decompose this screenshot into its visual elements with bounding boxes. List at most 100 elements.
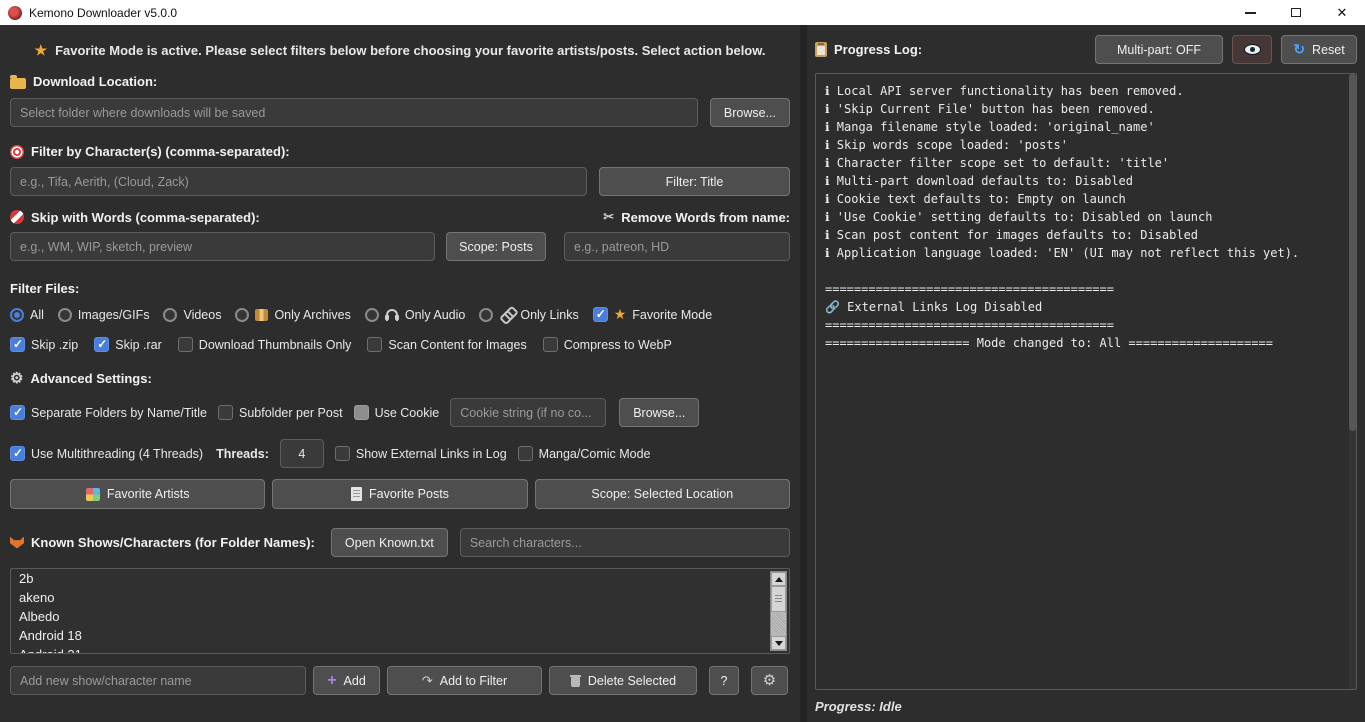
list-scrollbar[interactable] — [770, 571, 787, 651]
log-line: ℹ Scan post content for images defaults … — [825, 226, 1342, 244]
maximize-icon — [1291, 8, 1301, 17]
favorite-artists-button[interactable]: Favorite Artists — [10, 479, 265, 509]
eye-button[interactable] — [1232, 35, 1272, 64]
checkbox-indicator — [10, 337, 25, 352]
cookie-string-input[interactable] — [450, 398, 606, 427]
list-item[interactable]: akeno — [11, 588, 789, 607]
package-icon — [255, 309, 268, 321]
list-item[interactable]: Android 18 — [11, 626, 789, 645]
progress-log[interactable]: ℹ Local API server functionality has bee… — [815, 73, 1357, 690]
maximize-button[interactable] — [1273, 0, 1319, 25]
log-line: ℹ Multi-part download defaults to: Disab… — [825, 172, 1342, 190]
checkbox-label: Manga/Comic Mode — [539, 447, 651, 461]
button-label: Reset — [1312, 43, 1345, 57]
help-button[interactable]: ? — [709, 666, 739, 695]
open-known-txt-button[interactable]: Open Known.txt — [331, 528, 448, 557]
curved-arrow-icon — [422, 673, 433, 689]
search-characters-input[interactable] — [460, 528, 790, 557]
checkbox-manga-mode[interactable]: Manga/Comic Mode — [518, 446, 651, 461]
known-characters-list[interactable]: 2b akeno Albedo Android 18 Android 21 — [10, 568, 790, 654]
skip-words-input[interactable] — [10, 232, 435, 261]
checkbox-label: Favorite Mode — [632, 308, 712, 322]
radio-only-links[interactable]: Only Links — [479, 308, 578, 322]
download-location-input[interactable] — [10, 98, 698, 127]
checkbox-separate-folders[interactable]: Separate Folders by Name/Title — [10, 405, 207, 420]
checkbox-subfolder-per-post[interactable]: Subfolder per Post — [218, 405, 343, 420]
radio-indicator — [479, 308, 493, 322]
window-controls — [1227, 0, 1365, 25]
progress-log-label: Progress Log: — [815, 42, 922, 57]
gear-icon — [10, 371, 23, 386]
add-character-input[interactable] — [10, 666, 306, 695]
filter-scope-button[interactable]: Filter: Title — [599, 167, 790, 196]
panel-splitter[interactable] — [800, 25, 807, 722]
settings-button[interactable] — [751, 666, 788, 695]
checkbox-label: Skip .rar — [115, 338, 162, 352]
radio-only-archives[interactable]: Only Archives — [235, 308, 350, 322]
close-button[interactable] — [1319, 0, 1365, 25]
list-item[interactable]: Albedo — [11, 607, 789, 626]
checkbox-skip-rar[interactable]: Skip .rar — [94, 337, 162, 352]
add-to-filter-button[interactable]: Add to Filter — [387, 666, 542, 695]
radio-only-audio[interactable]: Only Audio — [365, 308, 465, 322]
radio-all[interactable]: All — [10, 308, 44, 322]
log-scrollbar-thumb[interactable] — [1349, 74, 1356, 431]
log-scrollbar[interactable] — [1349, 74, 1356, 689]
no-entry-icon — [10, 210, 24, 224]
star-icon — [35, 43, 48, 58]
checkbox-indicator — [593, 307, 608, 322]
favorite-posts-button[interactable]: Favorite Posts — [272, 479, 527, 509]
threads-input[interactable] — [280, 439, 324, 468]
checkbox-use-cookie[interactable]: Use Cookie — [354, 405, 440, 420]
browse-download-button[interactable]: Browse... — [710, 98, 790, 127]
remove-words-input[interactable] — [564, 232, 790, 261]
scrollbar-track[interactable] — [771, 586, 786, 636]
minimize-button[interactable] — [1227, 0, 1273, 25]
radio-label: Videos — [183, 308, 221, 322]
checkbox-download-thumbnails[interactable]: Download Thumbnails Only — [178, 337, 352, 352]
headphones-icon — [385, 309, 399, 320]
scroll-down-button[interactable] — [771, 636, 786, 650]
radio-label: Images/GIFs — [78, 308, 150, 322]
gallery-icon — [86, 488, 100, 501]
skip-scope-button[interactable]: Scope: Posts — [446, 232, 546, 261]
checkbox-label: Compress to WebP — [564, 338, 672, 352]
log-line: ℹ Cookie text defaults to: Empty on laun… — [825, 190, 1342, 208]
list-item[interactable]: Android 21 — [11, 645, 789, 654]
checkbox-compress-webp[interactable]: Compress to WebP — [543, 337, 672, 352]
add-button[interactable]: Add — [313, 666, 380, 695]
multipart-toggle-button[interactable]: Multi-part: OFF — [1095, 35, 1223, 64]
radio-label: Only Links — [520, 308, 578, 322]
reset-icon — [1293, 41, 1305, 58]
scroll-up-button[interactable] — [771, 572, 786, 586]
link-icon — [497, 304, 518, 325]
reset-button[interactable]: Reset — [1281, 35, 1357, 64]
checkbox-scan-content[interactable]: Scan Content for Images — [367, 337, 526, 352]
close-icon — [1337, 4, 1348, 22]
folder-icon — [10, 78, 26, 89]
settings-panel: Favorite Mode is active. Please select f… — [0, 25, 800, 722]
remove-words-label-text: Remove Words from name: — [621, 210, 790, 225]
log-line: ======================================== — [825, 316, 1342, 334]
list-item[interactable]: 2b — [11, 569, 789, 588]
advanced-settings-label: Advanced Settings: — [10, 371, 790, 386]
radio-label: Only Audio — [405, 308, 465, 322]
checkbox-show-external-links[interactable]: Show External Links in Log — [335, 446, 507, 461]
scope-selected-location-button[interactable]: Scope: Selected Location — [535, 479, 790, 509]
character-filter-label: Filter by Character(s) (comma-separated)… — [10, 144, 790, 159]
checkbox-favorite-mode[interactable]: Favorite Mode — [593, 307, 712, 322]
checkbox-indicator — [335, 446, 350, 461]
favorite-mode-notice: Favorite Mode is active. Please select f… — [10, 43, 790, 58]
radio-videos[interactable]: Videos — [163, 308, 221, 322]
character-filter-input[interactable] — [10, 167, 587, 196]
character-filter-label-text: Filter by Character(s) (comma-separated)… — [31, 144, 290, 159]
delete-selected-button[interactable]: Delete Selected — [549, 666, 697, 695]
browse-cookie-button[interactable]: Browse... — [619, 398, 699, 427]
checkbox-multithreading[interactable]: Use Multithreading (4 Threads) — [10, 446, 203, 461]
file-options-group: Skip .zip Skip .rar Download Thumbnails … — [10, 337, 790, 352]
checkbox-indicator — [178, 337, 193, 352]
scrollbar-thumb[interactable] — [771, 586, 786, 612]
checkbox-skip-zip[interactable]: Skip .zip — [10, 337, 78, 352]
app-icon — [8, 6, 22, 20]
radio-images-gifs[interactable]: Images/GIFs — [58, 308, 150, 322]
